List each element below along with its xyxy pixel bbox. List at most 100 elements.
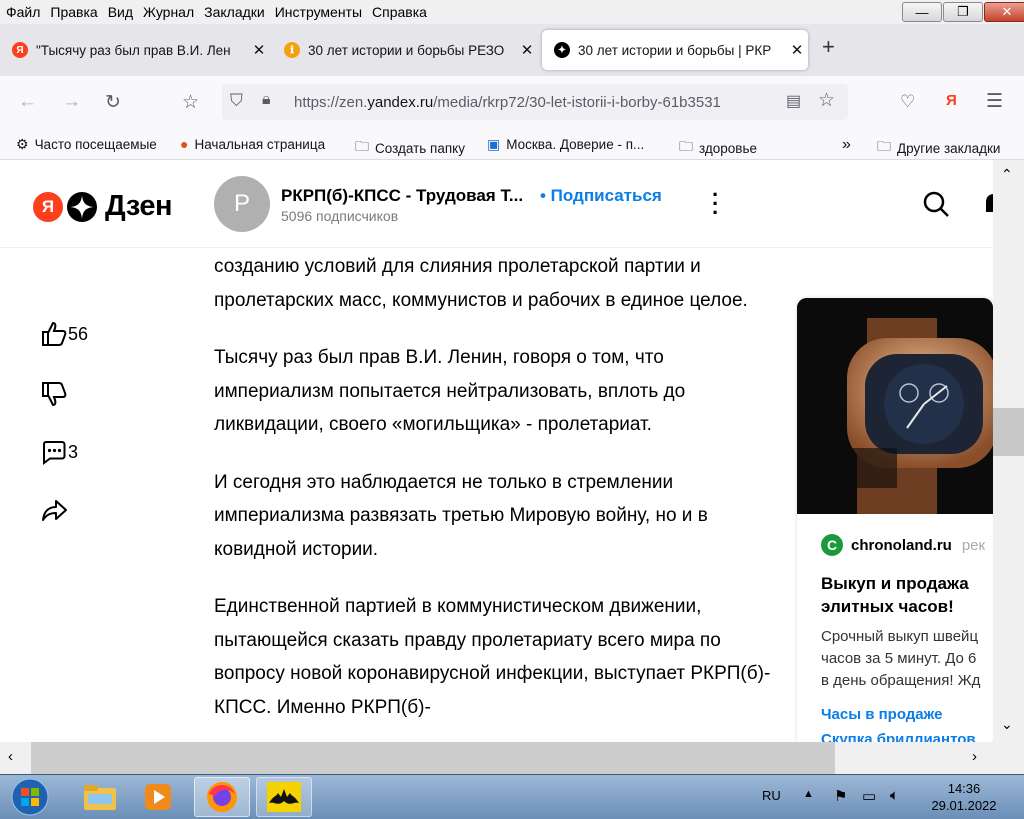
ad-description: Срочный выкуп швейц часов за 5 минут. До…	[821, 628, 981, 689]
page-viewport: созданию условий для слияния пролетарско…	[0, 160, 1024, 742]
scroll-right-icon[interactable]: ›	[972, 748, 977, 765]
close-window-button[interactable]: ✕	[984, 2, 1024, 22]
action-center-flag-icon[interactable]: ⚑	[834, 787, 847, 805]
folder-icon: 🗀	[877, 138, 891, 154]
shield-icon[interactable]: ⛉	[230, 91, 243, 111]
ad-card[interactable]: C chronoland.ru рек Выкуп и продажа элит…	[797, 298, 993, 742]
article-paragraph: Единственной партией в коммунистическом …	[214, 596, 771, 718]
windows-start-icon	[11, 778, 49, 816]
comment-icon	[43, 441, 66, 465]
tab-3-active[interactable]: ✦ 30 лет истории и борьбы | РКР ✕	[542, 30, 808, 70]
bookmark-most-visited[interactable]: ⚙ Часто посещаемые	[16, 136, 157, 153]
scroll-left-icon[interactable]: ‹	[8, 748, 13, 765]
yandex-extension-icon[interactable]: Я	[946, 92, 957, 109]
taskbar-media-player[interactable]	[130, 777, 186, 817]
url-bar[interactable]: ⛉ 🔒︎ https://zen.yandex.ru/media/rkrp72/…	[222, 84, 848, 120]
ad-site-name: chronoland.ru	[851, 536, 952, 554]
firefox-icon: ●	[180, 136, 189, 152]
search-icon[interactable]	[922, 190, 950, 218]
tab-1[interactable]: Я "Тысячу раз был прав В.И. Лен ✕	[0, 30, 270, 70]
channel-name[interactable]: РКРП(б)-КПСС - Трудовая Т...	[281, 186, 523, 206]
bookmark-other[interactable]: 🗀 Другие закладки	[877, 136, 1000, 160]
close-tab-icon[interactable]: ✕	[786, 41, 808, 59]
menu-view[interactable]: Вид	[103, 4, 138, 20]
tray-expand-icon[interactable]: ▲	[803, 788, 814, 800]
ad-link-watches[interactable]: Часы в продаже	[821, 706, 942, 723]
volume-icon[interactable]: 🔈︎	[890, 787, 899, 804]
bookmark-home[interactable]: ● Начальная страница	[180, 136, 325, 152]
new-tab-button[interactable]: +	[822, 34, 835, 60]
menu-bookmarks[interactable]: Закладки	[199, 4, 270, 20]
article-paragraph: И сегодня это наблюдается не только в ст…	[214, 471, 708, 560]
bookmark-create-folder[interactable]: 🗀 Создать папку	[355, 136, 465, 160]
system-clock[interactable]: 14:36 29.01.2022	[924, 780, 1004, 814]
language-indicator[interactable]: RU	[762, 788, 781, 803]
media-player-icon	[145, 784, 171, 810]
more-options-icon[interactable]: · · ·	[712, 184, 719, 224]
bookmark-health[interactable]: 🗀 здоровье	[679, 136, 757, 160]
tab-title: 30 лет истории и борьбы РЕЗО	[308, 42, 505, 58]
bookmark-manage-icon[interactable]: ☆	[182, 91, 199, 114]
reload-icon[interactable]: ↻	[105, 91, 121, 114]
yandex-favicon-icon: Я	[12, 42, 28, 58]
ad-site[interactable]: C chronoland.ru рек	[821, 534, 985, 556]
taskbar-firefox[interactable]	[194, 777, 250, 817]
reader-view-icon[interactable]: ▤	[786, 91, 801, 111]
like-button[interactable]: 56	[40, 320, 88, 348]
horizontal-scroll-thumb[interactable]	[31, 742, 835, 774]
article-body: созданию условий для слияния пролетарско…	[214, 250, 774, 742]
close-tab-icon[interactable]: ✕	[248, 41, 270, 59]
folder-icon	[84, 785, 116, 810]
tab-2[interactable]: ℹ 30 лет истории и борьбы РЕЗО ✕	[272, 30, 538, 70]
vertical-scroll-thumb[interactable]	[993, 408, 1024, 456]
monitor-icon: ▣	[487, 136, 501, 152]
subscribe-button[interactable]: • Подписаться	[540, 186, 662, 206]
bookmark-moscow[interactable]: ▣ Москва. Доверие - п...	[487, 136, 644, 153]
bat-mail-icon	[267, 782, 301, 812]
menu-history[interactable]: Журнал	[138, 4, 199, 20]
menu-help[interactable]: Справка	[367, 4, 432, 20]
ok-favicon-icon: ℹ	[284, 42, 300, 58]
zen-star-icon	[67, 191, 97, 222]
comments-button[interactable]: 3	[40, 438, 78, 466]
bookmark-star-icon[interactable]: ☆	[818, 89, 835, 112]
watch-image-icon	[797, 298, 993, 514]
share-icon	[42, 500, 67, 521]
article-paragraph: созданию условий для слияния пролетарско…	[214, 256, 748, 311]
start-button[interactable]	[6, 777, 54, 817]
minimize-button[interactable]: —	[902, 2, 942, 22]
gear-icon: ⚙	[16, 136, 29, 152]
yandex-logo-icon: Я	[33, 191, 63, 222]
vertical-scrollbar[interactable]: ⌃ ⌄	[993, 160, 1024, 742]
chronoland-logo-icon: C	[821, 534, 843, 556]
ad-title[interactable]: Выкуп и продажа элитных часов!	[821, 572, 993, 618]
site-header: Я Дзен P РКРП(б)-КПСС - Трудовая Т... • …	[0, 160, 996, 248]
menu-bar: Файл Правка Вид Журнал Закладки Инструме…	[0, 0, 1024, 24]
taskbar-thebat[interactable]	[256, 777, 312, 817]
dislike-button[interactable]	[40, 380, 68, 408]
zen-logo[interactable]: Я Дзен	[33, 190, 173, 223]
restore-button[interactable]: ❐	[943, 2, 983, 22]
forward-icon[interactable]: →	[62, 91, 81, 113]
scroll-up-icon[interactable]: ⌃	[1001, 166, 1013, 183]
horizontal-scrollbar[interactable]: ‹ ›	[0, 742, 1024, 774]
back-icon[interactable]: ←	[18, 91, 37, 113]
hamburger-menu-icon[interactable]: ☰	[986, 90, 1003, 113]
lock-icon[interactable]: 🔒︎	[262, 91, 271, 109]
scroll-down-icon[interactable]: ⌄	[1001, 716, 1013, 733]
close-tab-icon[interactable]: ✕	[516, 41, 538, 59]
pocket-icon[interactable]: ♡	[900, 92, 915, 112]
taskbar: RU ▲ ⚑ ▭ 🔈︎ 14:36 29.01.2022	[0, 774, 1024, 819]
menu-file[interactable]: Файл	[0, 4, 45, 20]
network-icon[interactable]: ▭	[862, 787, 876, 805]
url-text[interactable]: https://zen.yandex.ru/media/rkrp72/30-le…	[294, 94, 776, 111]
avatar[interactable]: P	[214, 176, 270, 232]
menu-tools[interactable]: Инструменты	[270, 4, 367, 20]
menu-edit[interactable]: Правка	[45, 4, 102, 20]
chevron-more-icon[interactable]: »	[842, 136, 851, 154]
taskbar-explorer[interactable]	[72, 777, 128, 817]
ad-watch-image[interactable]	[797, 298, 993, 514]
ad-link-diamonds[interactable]: Скупка бриллиантов	[821, 731, 976, 742]
ad-label: рек	[961, 536, 986, 554]
share-button[interactable]	[40, 496, 68, 524]
